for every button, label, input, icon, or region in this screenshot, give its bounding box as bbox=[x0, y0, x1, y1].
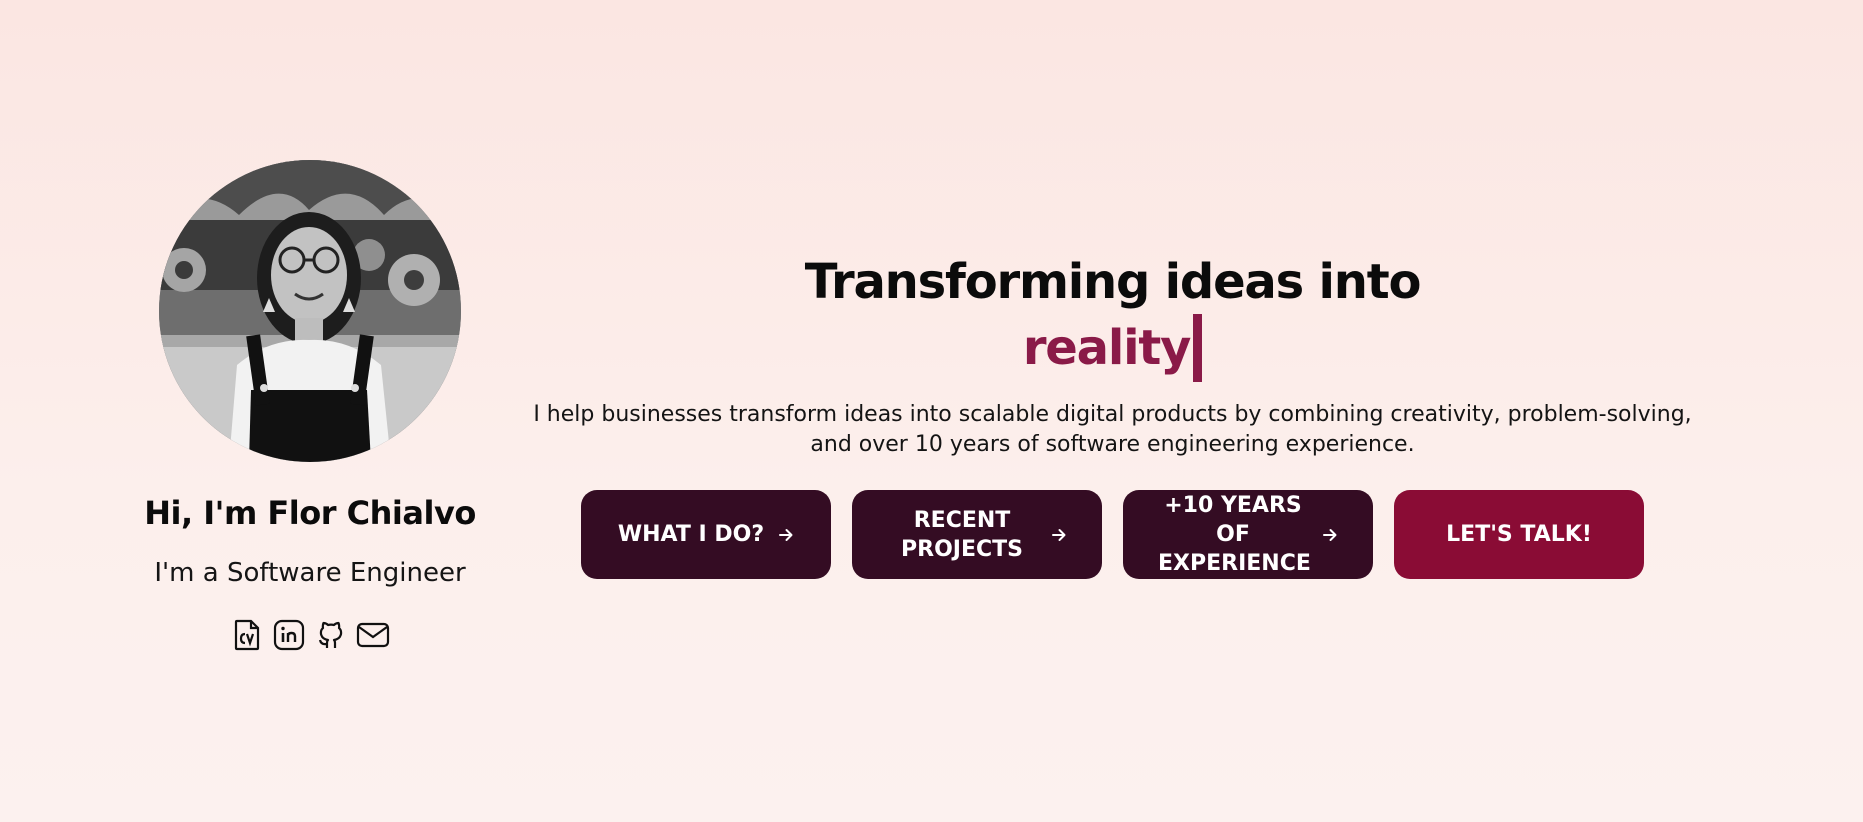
hero-headline: Transforming ideas into reality bbox=[530, 250, 1695, 382]
button-label: RECENT PROJECTS bbox=[901, 507, 1023, 562]
typed-word-line: reality bbox=[1022, 314, 1203, 382]
profile-role: I'm a Software Engineer bbox=[154, 558, 466, 588]
profile-card: Hi, I'm Flor Chialvo I'm a Software Engi… bbox=[130, 160, 490, 652]
recent-projects-button[interactable]: RECENT PROJECTS bbox=[852, 490, 1102, 579]
hero-section: Transforming ideas into reality I help b… bbox=[530, 250, 1695, 579]
mail-link[interactable] bbox=[356, 618, 390, 652]
avatar bbox=[159, 160, 461, 462]
arrow-right-icon bbox=[1322, 527, 1338, 543]
action-buttons: WHAT I DO? RECENT PROJECTS +10 YEARS OF … bbox=[530, 490, 1695, 579]
github-icon bbox=[318, 621, 343, 648]
experience-button[interactable]: +10 YEARS OF EXPERIENCE bbox=[1123, 490, 1373, 579]
arrow-right-icon bbox=[778, 527, 794, 543]
hero-description: I help businesses transform ideas into s… bbox=[533, 402, 1692, 457]
portrait-photo bbox=[159, 160, 461, 462]
button-label: +10 YEARS OF EXPERIENCE bbox=[1158, 493, 1311, 576]
button-label: WHAT I DO? bbox=[617, 522, 765, 547]
typed-word: reality bbox=[1022, 320, 1192, 376]
lets-talk-button[interactable]: LET'S TALK! bbox=[1394, 490, 1644, 579]
cv-link[interactable] bbox=[230, 618, 264, 652]
arrow-right-icon bbox=[1051, 527, 1067, 543]
typing-cursor bbox=[1193, 314, 1203, 382]
headline-text: Transforming ideas into bbox=[804, 254, 1422, 310]
linkedin-link[interactable] bbox=[272, 618, 306, 652]
mail-icon bbox=[356, 622, 390, 648]
button-label: LET'S TALK! bbox=[1446, 522, 1592, 547]
what-i-do-button[interactable]: WHAT I DO? bbox=[581, 490, 831, 579]
profile-name: Hi, I'm Flor Chialvo bbox=[144, 494, 476, 532]
social-links bbox=[230, 618, 390, 652]
linkedin-icon bbox=[273, 619, 305, 651]
github-link[interactable] bbox=[314, 618, 348, 652]
cv-icon bbox=[234, 619, 260, 651]
